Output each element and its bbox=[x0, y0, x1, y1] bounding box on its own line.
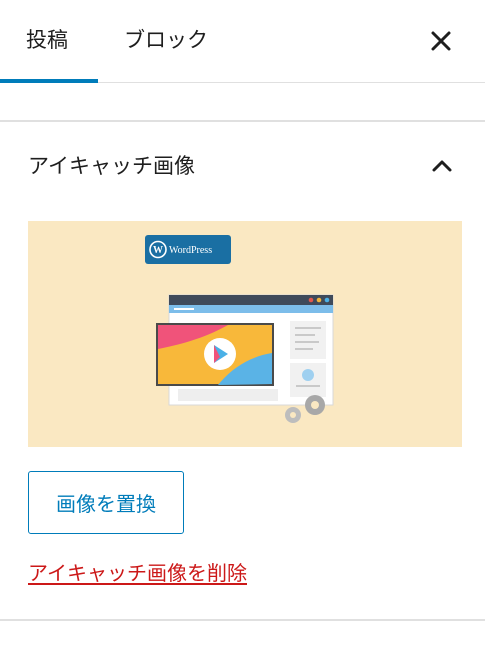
tab-post-label: 投稿 bbox=[26, 28, 68, 52]
close-icon bbox=[431, 31, 451, 51]
chevron-up-icon bbox=[432, 160, 452, 172]
tab-block-label: ブロック bbox=[124, 28, 208, 52]
replace-image-button[interactable]: 画像を置換 bbox=[28, 471, 184, 534]
tab-block[interactable]: ブロック bbox=[124, 0, 208, 83]
wordpress-logo-text: WordPress bbox=[169, 245, 212, 256]
svg-text:W: W bbox=[153, 245, 163, 256]
tab-post[interactable]: 投稿 bbox=[0, 0, 98, 83]
wordpress-logo: W WordPress bbox=[145, 235, 231, 264]
close-button[interactable] bbox=[427, 27, 455, 55]
video-slide-illustration bbox=[156, 323, 274, 386]
section-divider bbox=[0, 120, 485, 122]
panel-toggle-button[interactable] bbox=[429, 153, 455, 179]
sidebar-tabs: 投稿 ブロック bbox=[0, 0, 485, 83]
panel-title[interactable]: アイキャッチ画像 bbox=[28, 150, 195, 182]
remove-featured-image-link[interactable]: アイキャッチ画像を削除 bbox=[28, 558, 247, 588]
section-divider-bottom bbox=[0, 619, 485, 621]
featured-image-preview[interactable]: W WordPress bbox=[28, 221, 462, 447]
